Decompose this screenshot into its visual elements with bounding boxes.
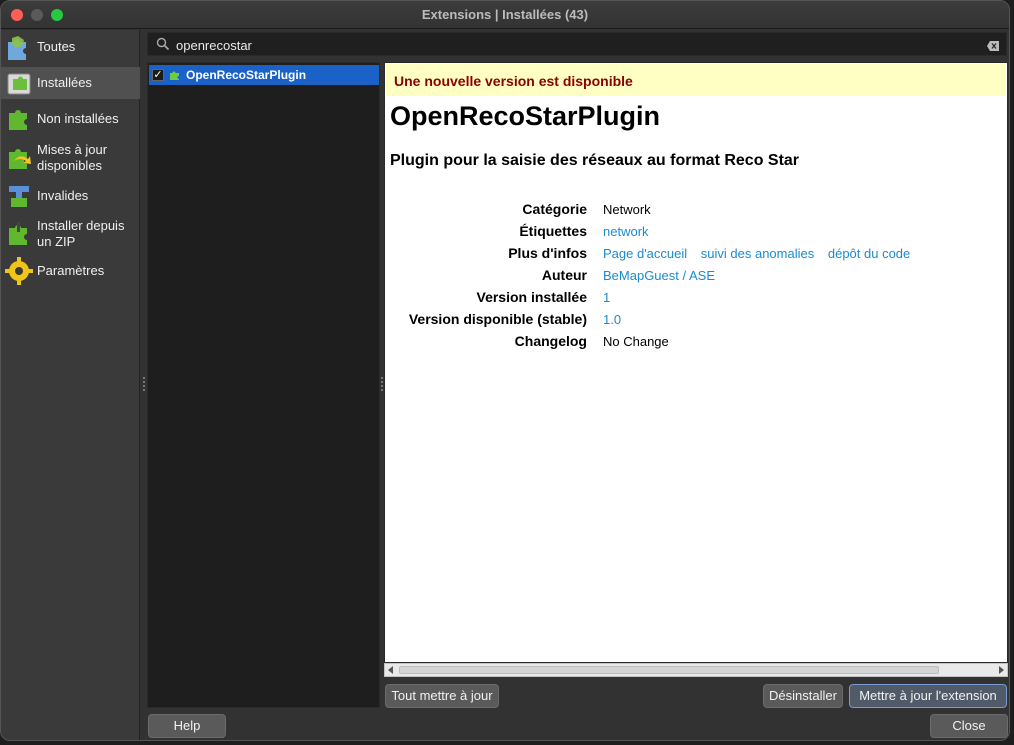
plugin-manager-window: Extensions | Installées (43) Toutes Inst…	[0, 0, 1010, 741]
sidebar-item-installed[interactable]: Installées	[1, 67, 140, 99]
sidebar-item-label: Paramètres	[37, 263, 105, 278]
repository-link[interactable]: dépôt du code	[828, 246, 910, 261]
search-bar	[147, 32, 1007, 56]
plugin-description: Plugin pour la saisie des réseaux au for…	[390, 152, 800, 169]
upgrade-all-button[interactable]: Tout mettre à jour	[385, 684, 499, 708]
changelog-value: No Change	[603, 334, 669, 349]
sidebar-splitter[interactable]	[143, 377, 146, 395]
sidebar-item-label: Toutes	[37, 39, 76, 54]
gear-icon	[4, 256, 34, 286]
scroll-left-icon[interactable]	[388, 666, 393, 674]
sidebar-item-settings[interactable]: Paramètres	[1, 256, 140, 286]
sidebar-item-label: Installées	[37, 75, 92, 90]
puzzle-installed-icon	[4, 68, 34, 98]
sidebar-item-label: Installer depuis un ZIP	[37, 218, 125, 249]
close-button[interactable]: Close	[930, 714, 1008, 738]
installed-version-label: Version installée	[476, 289, 588, 305]
plugin-title: OpenRecoStarPlugin	[390, 101, 661, 131]
help-button[interactable]: Help	[148, 714, 226, 738]
update-banner-text: Une nouvelle version est disponible	[394, 73, 633, 89]
tag-link[interactable]: network	[603, 224, 649, 239]
sidebar-item-label: Mises à jour disponibles	[37, 142, 108, 173]
scrollbar-thumb[interactable]	[399, 666, 939, 674]
puzzle-zip-icon	[4, 219, 34, 249]
sidebar-item-label: Non installées	[37, 111, 119, 126]
list-item[interactable]: ✓ OpenRecoStarPlugin	[149, 65, 379, 85]
puzzle-green-icon	[4, 104, 34, 134]
window-title: Extensions | Installées (43)	[421, 7, 589, 22]
category-value: Network	[603, 202, 651, 217]
scroll-right-icon[interactable]	[999, 666, 1004, 674]
puzzle-update-icon	[4, 143, 34, 173]
sidebar-item-all[interactable]: Toutes	[1, 32, 140, 62]
update-banner: Une nouvelle version est disponible	[386, 64, 1006, 96]
sidebar-item-install-zip[interactable]: Installer depuis un ZIP	[1, 216, 140, 252]
upgrade-plugin-button[interactable]: Mettre à jour l'extension	[849, 684, 1007, 708]
puzzle-invalid-icon	[4, 181, 34, 211]
homepage-link[interactable]: Page d'accueil	[603, 246, 687, 261]
plugin-enabled-checkbox[interactable]: ✓	[152, 69, 164, 81]
plugin-name: OpenRecoStarPlugin	[186, 68, 307, 82]
tracker-link[interactable]: suivi des anomalies	[701, 246, 814, 261]
more-info-label: Plus d'infos	[508, 245, 587, 261]
puzzle-all-icon	[4, 32, 34, 62]
plugin-details: Une nouvelle version est disponible Open…	[384, 62, 1008, 663]
author-link[interactable]: BeMapGuest / ASE	[603, 268, 715, 283]
plugin-list: ✓ OpenRecoStarPlugin	[147, 62, 380, 708]
sidebar-item-updates[interactable]: Mises à jour disponibles	[1, 140, 140, 176]
more-info-links: Page d'accueil suivi des anomalies dépôt…	[603, 246, 910, 261]
author-label: Auteur	[541, 267, 587, 283]
installed-version-value: 1	[603, 290, 611, 305]
title-bar: Extensions | Installées (43)	[1, 1, 1009, 29]
sidebar-item-invalid[interactable]: Invalides	[1, 181, 140, 211]
clear-search-icon[interactable]	[987, 39, 999, 51]
changelog-label: Changelog	[514, 333, 587, 349]
uninstall-button[interactable]: Désinstaller	[763, 684, 843, 708]
puzzle-icon	[169, 69, 181, 81]
tags-label: Étiquettes	[519, 223, 587, 239]
available-version-value: 1.0	[603, 312, 622, 327]
category-label: Catégorie	[522, 201, 587, 217]
search-icon	[156, 37, 170, 51]
available-version-label: Version disponible (stable)	[408, 311, 587, 327]
sidebar-item-label: Invalides	[37, 188, 89, 203]
details-horizontal-scrollbar[interactable]	[384, 663, 1008, 677]
sidebar: Toutes Installées Non installées Mises à…	[1, 30, 140, 740]
search-input[interactable]	[176, 36, 956, 54]
sidebar-item-not-installed[interactable]: Non installées	[1, 104, 140, 134]
